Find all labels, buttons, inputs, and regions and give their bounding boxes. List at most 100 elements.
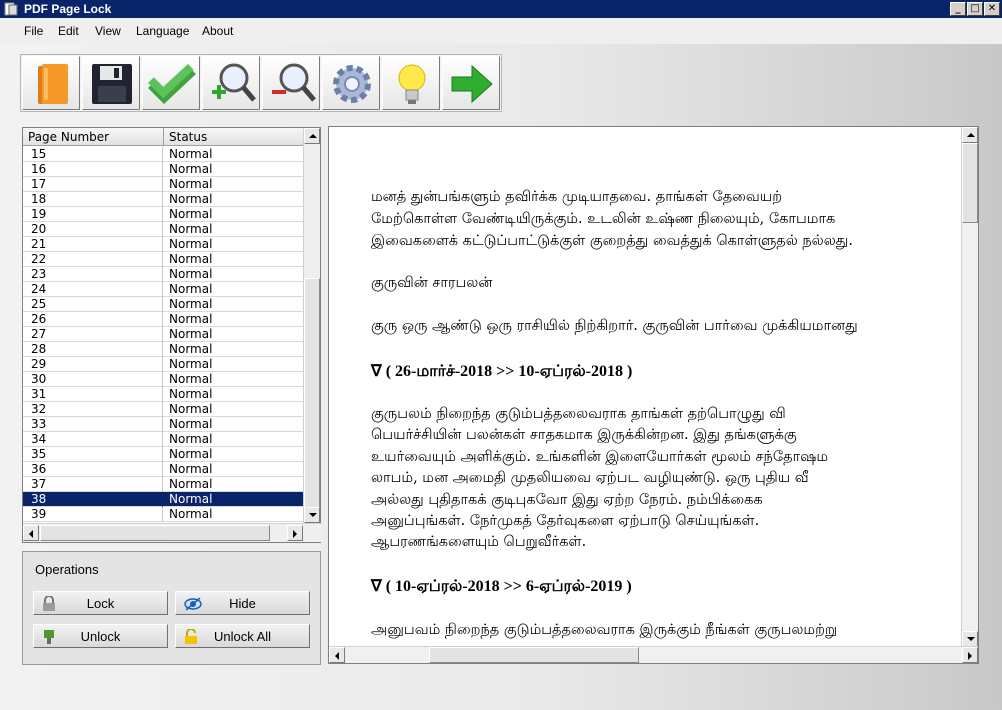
- status-cell: Normal: [169, 207, 213, 221]
- tips-button[interactable]: [382, 56, 440, 110]
- menu-edit[interactable]: Edit: [58, 24, 79, 38]
- table-row[interactable]: 20 Normal: [23, 222, 304, 237]
- status-cell: Normal: [169, 432, 213, 446]
- next-arrow-icon: [451, 64, 493, 104]
- unlock-all-button[interactable]: Unlock All: [175, 624, 310, 648]
- table-row[interactable]: 29 Normal: [23, 357, 304, 372]
- scroll-up-button[interactable]: [304, 128, 320, 144]
- menu-view[interactable]: View: [95, 24, 121, 38]
- scroll-left-button[interactable]: [23, 525, 39, 541]
- menu-file[interactable]: File: [24, 24, 43, 38]
- list-hscroll-thumb[interactable]: [40, 525, 270, 541]
- status-cell: Normal: [169, 372, 213, 386]
- save-icon: [92, 64, 132, 104]
- status-cell: Normal: [169, 222, 213, 236]
- page-number-cell: 28: [23, 342, 163, 357]
- table-row[interactable]: 15 Normal: [23, 147, 304, 162]
- list-horizontal-scrollbar[interactable]: [23, 523, 322, 542]
- title-bar[interactable]: PDF Page Lock _ □ ✕: [0, 0, 1002, 18]
- arrow-up-icon: [967, 133, 975, 137]
- table-row[interactable]: 36 Normal: [23, 462, 304, 477]
- status-cell: Normal: [169, 297, 213, 311]
- scroll-right-button[interactable]: [287, 525, 303, 541]
- column-page-number[interactable]: Page Number: [23, 128, 164, 146]
- arrow-right-icon: [968, 652, 972, 660]
- apply-button[interactable]: [142, 56, 200, 110]
- toolbar: [20, 54, 502, 112]
- table-row[interactable]: 27 Normal: [23, 327, 304, 342]
- minimize-button[interactable]: _: [950, 2, 966, 16]
- page-number-cell: 38: [23, 492, 163, 507]
- maximize-button[interactable]: □: [967, 2, 983, 16]
- hide-button[interactable]: Hide: [175, 591, 310, 615]
- zoom-in-button[interactable]: [202, 56, 260, 110]
- table-row[interactable]: 30 Normal: [23, 372, 304, 387]
- status-cell: Normal: [169, 417, 213, 431]
- page-list[interactable]: Page Number Status 15 Normal 16 Normal 17 Nor…: [22, 127, 322, 543]
- next-button[interactable]: [442, 56, 500, 110]
- doc-hscroll-thumb[interactable]: [429, 647, 639, 663]
- doc-scroll-up-button[interactable]: [962, 127, 978, 143]
- scroll-down-button[interactable]: [304, 507, 320, 523]
- table-row[interactable]: 37 Normal: [23, 477, 304, 492]
- table-row[interactable]: 39 Normal: [23, 507, 304, 522]
- settings-button[interactable]: [322, 56, 380, 110]
- table-row[interactable]: 35 Normal: [23, 447, 304, 462]
- table-row[interactable]: 33 Normal: [23, 417, 304, 432]
- table-row[interactable]: 17 Normal: [23, 177, 304, 192]
- menu-language[interactable]: Language: [136, 24, 189, 38]
- settings-gear-icon: [333, 65, 371, 103]
- table-row[interactable]: 28 Normal: [23, 342, 304, 357]
- list-scroll-thumb[interactable]: [304, 278, 320, 508]
- document-view[interactable]: மனத் துன்பங்களும் தவிர்க்க முடியாதவை. தா…: [328, 126, 979, 664]
- menu-about[interactable]: About: [202, 24, 233, 38]
- table-row[interactable]: 16 Normal: [23, 162, 304, 177]
- doc-scroll-down-button[interactable]: [962, 631, 978, 647]
- status-cell: Normal: [169, 477, 213, 491]
- document-vertical-scrollbar[interactable]: [961, 127, 978, 647]
- table-row[interactable]: 21 Normal: [23, 237, 304, 252]
- table-row[interactable]: 25 Normal: [23, 297, 304, 312]
- page-number-cell: 36: [23, 462, 163, 477]
- status-cell: Normal: [169, 507, 213, 521]
- list-vertical-scrollbar[interactable]: [303, 128, 320, 523]
- doc-scroll-right-button[interactable]: [962, 647, 978, 663]
- operations-panel: Operations Lock Hide Unlock Unlock All: [22, 551, 321, 665]
- page-number-cell: 37: [23, 477, 163, 492]
- table-row[interactable]: 34 Normal: [23, 432, 304, 447]
- doc-scroll-left-button[interactable]: [329, 647, 345, 663]
- page-number-cell: 19: [23, 207, 163, 222]
- table-row[interactable]: 18 Normal: [23, 192, 304, 207]
- doc-scroll-thumb[interactable]: [962, 143, 978, 223]
- arrow-left-icon: [335, 652, 339, 660]
- status-cell: Normal: [169, 447, 213, 461]
- table-row[interactable]: 31 Normal: [23, 387, 304, 402]
- column-status[interactable]: Status: [164, 128, 304, 146]
- status-cell: Normal: [169, 282, 213, 296]
- unlock-button[interactable]: Unlock: [33, 624, 168, 648]
- save-button[interactable]: [82, 56, 140, 110]
- page-number-cell: 24: [23, 282, 163, 297]
- page-number-cell: 22: [23, 252, 163, 267]
- table-row[interactable]: 19 Normal: [23, 207, 304, 222]
- table-row[interactable]: 23 Normal: [23, 267, 304, 282]
- arrow-right-icon: [293, 530, 297, 538]
- open-folder-icon: [38, 64, 68, 104]
- zoom-out-button[interactable]: [262, 56, 320, 110]
- status-cell: Normal: [169, 492, 213, 506]
- table-row[interactable]: 24 Normal: [23, 282, 304, 297]
- table-row[interactable]: 38 Normal: [23, 492, 304, 507]
- page-number-cell: 31: [23, 387, 163, 402]
- open-button[interactable]: [22, 56, 80, 110]
- document-horizontal-scrollbar[interactable]: [329, 646, 978, 663]
- lock-button[interactable]: Lock: [33, 591, 168, 615]
- table-row[interactable]: 32 Normal: [23, 402, 304, 417]
- table-row[interactable]: 26 Normal: [23, 312, 304, 327]
- status-cell: Normal: [169, 177, 213, 191]
- page-number-cell: 26: [23, 312, 163, 327]
- page-number-cell: 25: [23, 297, 163, 312]
- table-row[interactable]: 22 Normal: [23, 252, 304, 267]
- close-button[interactable]: ✕: [984, 2, 1000, 16]
- menu-bar: File Edit View Language About: [0, 18, 1002, 44]
- doc-text-line: குருபலம் நிறைந்த குடும்பத்தலைவராக தாங்கள…: [371, 406, 786, 422]
